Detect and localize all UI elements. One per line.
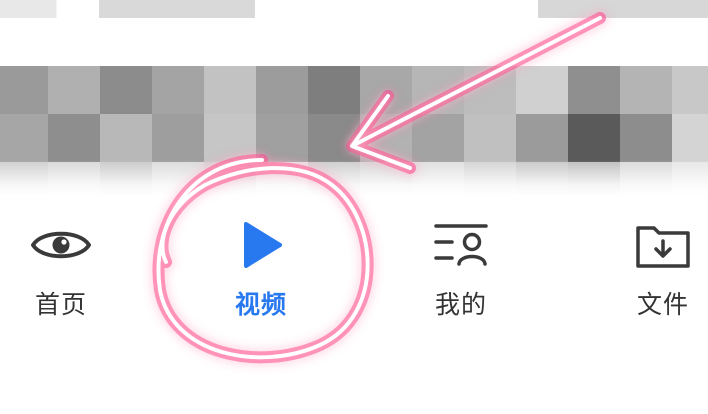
- tab-video-label: 视频: [234, 290, 287, 319]
- mosaic-cell: [360, 114, 412, 162]
- mosaic-cell: [308, 114, 360, 162]
- mosaic-cell: [620, 114, 672, 162]
- mosaic-cell: [204, 66, 256, 114]
- profile-list-icon: [430, 218, 492, 272]
- tab-home-label: 首页: [34, 290, 87, 319]
- eye-icon: [30, 218, 92, 272]
- content-fade: [0, 160, 708, 196]
- mosaic-cell: [100, 114, 152, 162]
- mosaic-cell: [48, 114, 100, 162]
- mosaic-cell: [568, 114, 620, 162]
- mosaic-cell: [620, 66, 672, 114]
- mosaic-cell: [464, 114, 516, 162]
- mosaic-cell: [516, 66, 568, 114]
- mosaic-cell: [152, 114, 204, 162]
- tab-files-label: 文件: [636, 290, 689, 319]
- mosaic-cell: [48, 66, 100, 114]
- tab-mine-label: 我的: [434, 290, 487, 319]
- tab-mine[interactable]: 我的: [396, 218, 526, 328]
- tab-video[interactable]: 视频: [196, 218, 326, 328]
- mosaic-cell: [516, 114, 568, 162]
- tab-files[interactable]: 文件: [598, 218, 708, 328]
- blurred-content-area: [0, 0, 708, 196]
- mosaic-cell: [464, 66, 516, 114]
- mosaic-cell: [100, 66, 152, 114]
- bottom-tab-bar: 首页 视频 我的 文件: [0, 196, 708, 414]
- tab-home[interactable]: 首页: [0, 218, 126, 328]
- app-screen: 首页 视频 我的 文件: [0, 0, 708, 414]
- mosaic-cell: [256, 66, 308, 114]
- mosaic-cell: [412, 66, 464, 114]
- folder-download-icon: [632, 218, 694, 272]
- mosaic-cell: [152, 66, 204, 114]
- mosaic-cell: [204, 114, 256, 162]
- mosaic-cell: [0, 114, 48, 162]
- mosaic-cell: [568, 66, 620, 114]
- mosaic-cell: [0, 66, 48, 114]
- mosaic-cell: [360, 66, 412, 114]
- play-icon: [230, 218, 292, 272]
- blurred-header-strip: [0, 0, 708, 18]
- mosaic-cell: [308, 66, 360, 114]
- mosaic-cell: [672, 114, 708, 162]
- mosaic-cell: [256, 114, 308, 162]
- mosaic-cell: [672, 66, 708, 114]
- mosaic-cell: [412, 114, 464, 162]
